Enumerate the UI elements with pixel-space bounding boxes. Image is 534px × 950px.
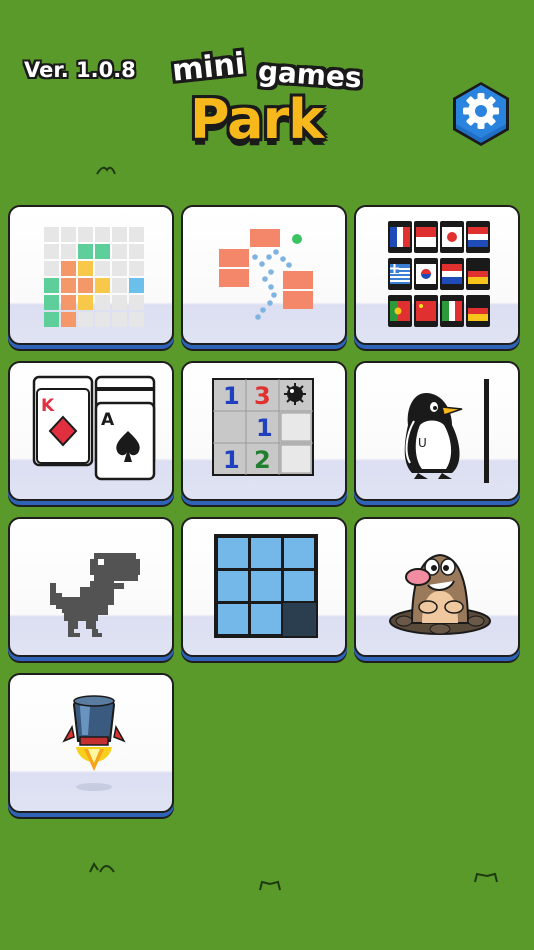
minesweeper-icon: 1 3 1 1 2 [212,378,314,476]
mine-cell-number: 1 [256,414,273,442]
block-cell [61,278,76,293]
version-label: Ver. 1.0.8 [24,58,136,82]
mine-cell-number: 1 [223,446,240,474]
block-cell [78,244,93,259]
block-cell [44,227,59,242]
block-cell [95,261,110,276]
game-tile-brick-breaker[interactable] [181,205,347,345]
logo-park-text: Park [190,88,324,151]
block-cell [78,312,93,327]
mine-cell-number: 1 [223,382,240,410]
settings-button[interactable] [447,80,515,148]
block-cell [95,295,110,310]
block-cell [129,312,144,327]
block-cell [61,295,76,310]
block-cell [95,227,110,242]
block-cell [95,244,110,259]
block-cell [112,261,127,276]
block-cell [95,278,110,293]
dinosaur-icon [50,553,140,637]
block-cell [44,295,59,310]
gear-icon [453,82,509,146]
grass-tuft [96,166,116,175]
block-cell [61,244,76,259]
block-cell [78,295,93,310]
block-cell [44,278,59,293]
game-tile-sliding-puzzle[interactable] [181,517,347,657]
block-cell [44,244,59,259]
block-cell [129,244,144,259]
game-tile-minesweeper[interactable]: 1 3 1 1 2 [181,361,347,501]
mine-cell-number: 3 [254,382,271,410]
brick-breaker-icon [219,229,313,320]
app-logo: mini games Park [168,38,373,158]
block-cell [112,312,127,327]
block-cell [61,261,76,276]
game-tile-rocket[interactable] [8,673,174,813]
block-cell [44,312,59,327]
block-cell [61,312,76,327]
block-cell [129,261,144,276]
game-tile-penguin[interactable]: U [354,361,520,501]
card-k-rank: K [41,396,55,416]
svg-text:U: U [418,436,427,450]
game-tile-solitaire[interactable]: K A [8,361,174,501]
block-cell [44,261,59,276]
block-cell [129,278,144,293]
block-cell [78,227,93,242]
playing-cards-icon: K A [32,375,156,481]
block-cell [112,278,127,293]
grass-tuft [89,862,115,873]
grass-tuft [474,872,498,883]
game-tile-block-puzzle[interactable] [8,205,174,345]
block-cell [78,278,93,293]
game-tile-flags[interactable] [354,205,520,345]
flags-icon [388,221,490,327]
block-cell [129,295,144,310]
block-cell [112,244,127,259]
block-cell [112,227,127,242]
block-cell [95,312,110,327]
block-cell [78,261,93,276]
card-a-rank: A [101,410,115,430]
block-cell [61,227,76,242]
block-cell [112,295,127,310]
grass-tuft [259,880,281,891]
game-tile-whack-a-mole[interactable] [354,517,520,657]
block-puzzle-icon [44,227,144,327]
sliding-tiles-icon [214,534,318,638]
mine-cell-number: 2 [254,446,271,474]
penguin-icon: U [404,379,489,483]
logo-mini-text: mini [170,46,247,89]
rocket-icon [62,695,126,791]
mole-icon [389,553,491,635]
block-cell [129,227,144,242]
game-tile-dino-runner[interactable] [8,517,174,657]
